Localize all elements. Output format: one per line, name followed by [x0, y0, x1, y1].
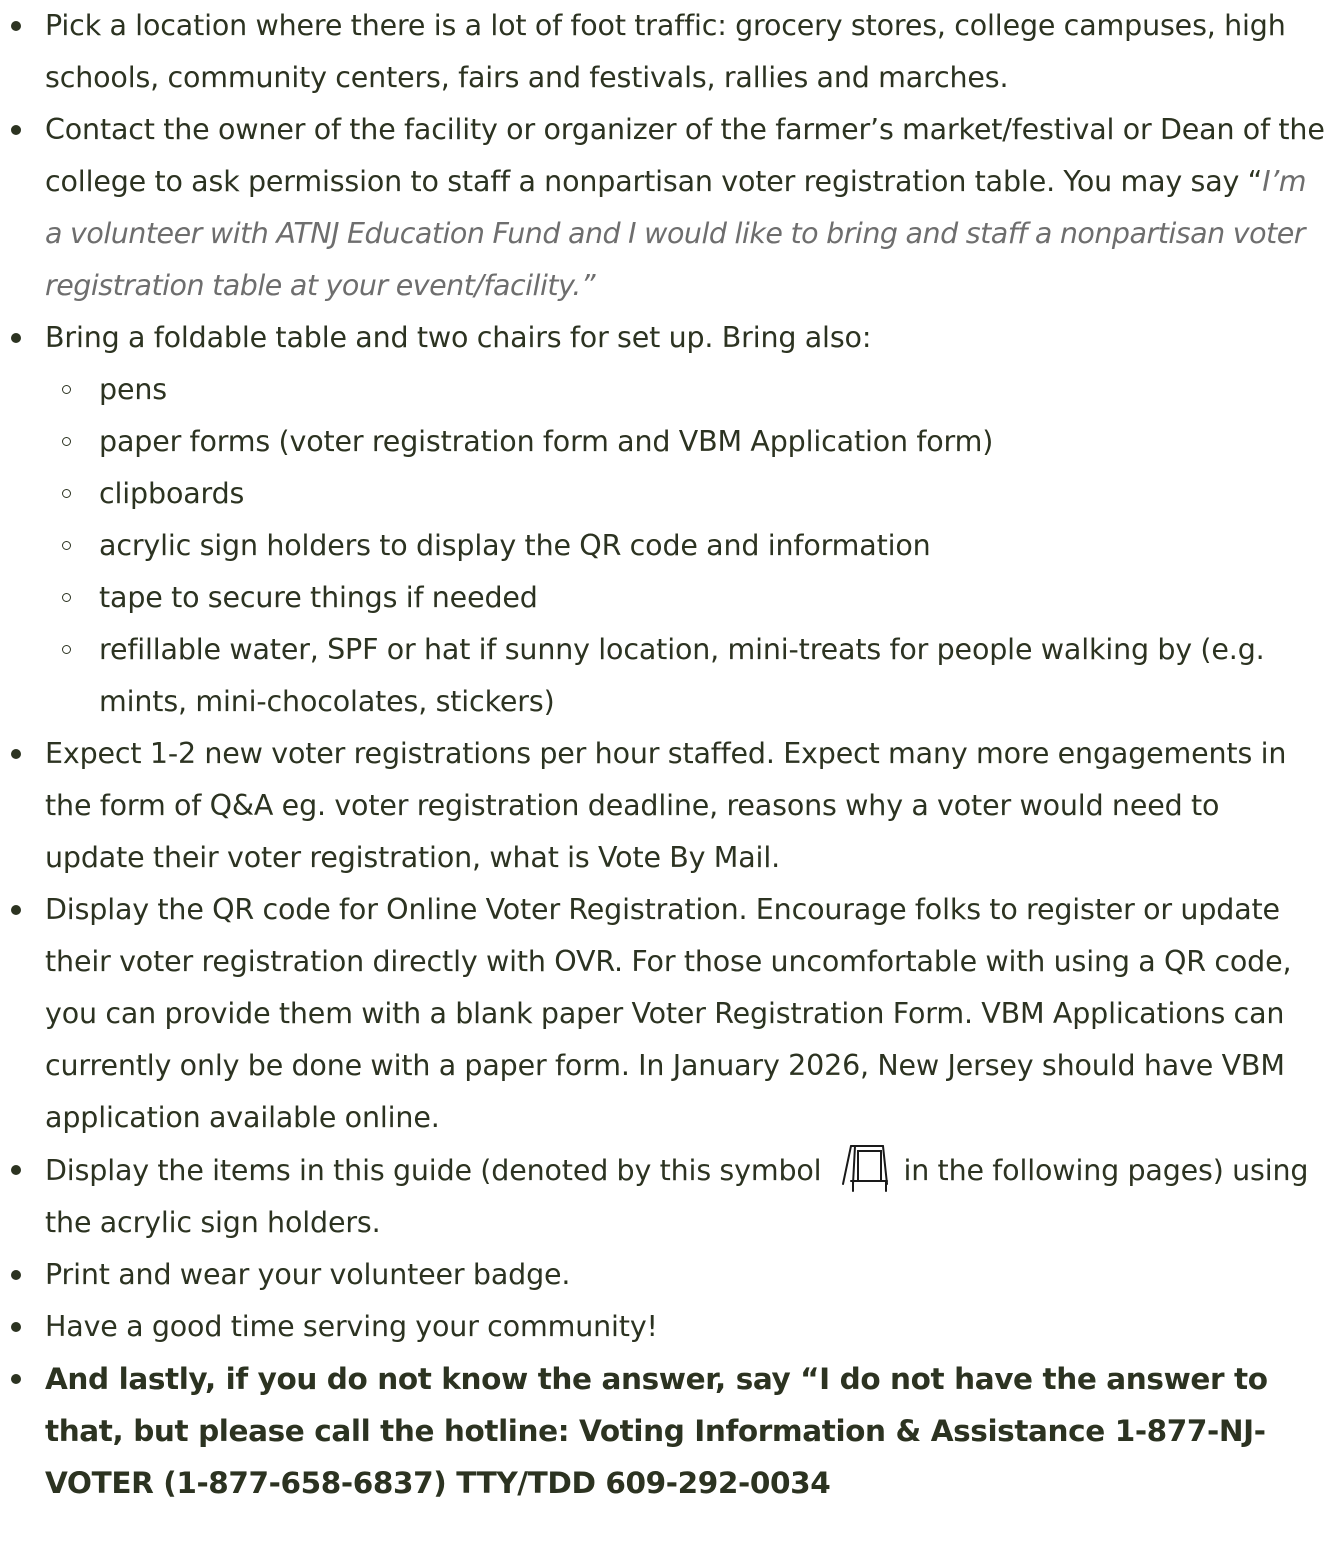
- hollow-bullet-icon: [62, 385, 71, 394]
- hollow-bullet-icon: [62, 437, 71, 446]
- list-item-text: Pick a location where there is a lot of …: [45, 9, 1286, 94]
- bullet-icon: [11, 1270, 21, 1280]
- list-item-qr-code: Display the QR code for Online Voter Reg…: [0, 884, 1325, 1144]
- supplies-list: pens paper forms (voter registration for…: [45, 364, 1325, 728]
- supply-item-text: paper forms (voter registration form and…: [99, 425, 994, 458]
- list-item-text: Print and wear your volunteer badge.: [45, 1258, 571, 1291]
- supply-item-sign-holders: acrylic sign holders to display the QR c…: [45, 520, 1325, 572]
- list-item-display: Display the items in this guide (denoted…: [0, 1144, 1325, 1249]
- list-item-text: Contact the owner of the facility or org…: [45, 113, 1325, 198]
- list-item-text: Display the items in this guide (denoted…: [45, 1154, 822, 1187]
- bullet-icon: [11, 333, 21, 343]
- supply-item-text: refillable water, SPF or hat if sunny lo…: [99, 633, 1265, 718]
- list-item-expect: Expect 1-2 new voter registrations per h…: [0, 728, 1325, 884]
- supply-item-clipboards: clipboards: [45, 468, 1325, 520]
- supply-item-text: pens: [99, 373, 167, 406]
- instruction-list: Pick a location where there is a lot of …: [0, 0, 1325, 1509]
- list-item-bring: Bring a foldable table and two chairs fo…: [0, 312, 1325, 728]
- bullet-icon: [11, 1322, 21, 1332]
- list-item-contact: Contact the owner of the facility or org…: [0, 104, 1325, 312]
- list-item-text: Bring a foldable table and two chairs fo…: [45, 321, 872, 354]
- hotline-text: And lastly, if you do not know the answe…: [45, 1362, 1268, 1500]
- hollow-bullet-icon: [62, 489, 71, 498]
- bullet-icon: [11, 905, 21, 915]
- list-item-good-time: Have a good time serving your community!: [0, 1301, 1325, 1353]
- hollow-bullet-icon: [62, 645, 71, 654]
- supply-item-text: tape to secure things if needed: [99, 581, 538, 614]
- hollow-bullet-icon: [62, 541, 71, 550]
- guide-page: Pick a location where there is a lot of …: [0, 0, 1325, 1560]
- supply-item-text: acrylic sign holders to display the QR c…: [99, 529, 931, 562]
- list-item-location: Pick a location where there is a lot of …: [0, 0, 1325, 104]
- list-item-text: Display the QR code for Online Voter Reg…: [45, 893, 1292, 1134]
- bullet-icon: [11, 125, 21, 135]
- list-item-hotline: And lastly, if you do not know the answe…: [0, 1353, 1325, 1509]
- supply-item-text: clipboards: [99, 477, 245, 510]
- bullet-icon: [11, 749, 21, 759]
- bullet-icon: [11, 21, 21, 31]
- list-item-badge: Print and wear your volunteer badge.: [0, 1249, 1325, 1301]
- bullet-icon: [11, 1165, 21, 1175]
- list-item-text: Expect 1-2 new voter registrations per h…: [45, 737, 1287, 874]
- quote-close: ”: [580, 269, 596, 302]
- list-item-text: Have a good time serving your community!: [45, 1310, 658, 1343]
- supply-item-forms: paper forms (voter registration form and…: [45, 416, 1325, 468]
- hollow-bullet-icon: [62, 593, 71, 602]
- supply-item-pens: pens: [45, 364, 1325, 416]
- sign-holder-icon: [842, 1145, 889, 1192]
- supply-item-water: refillable water, SPF or hat if sunny lo…: [45, 624, 1325, 728]
- bullet-icon: [11, 1374, 21, 1384]
- supply-item-tape: tape to secure things if needed: [45, 572, 1325, 624]
